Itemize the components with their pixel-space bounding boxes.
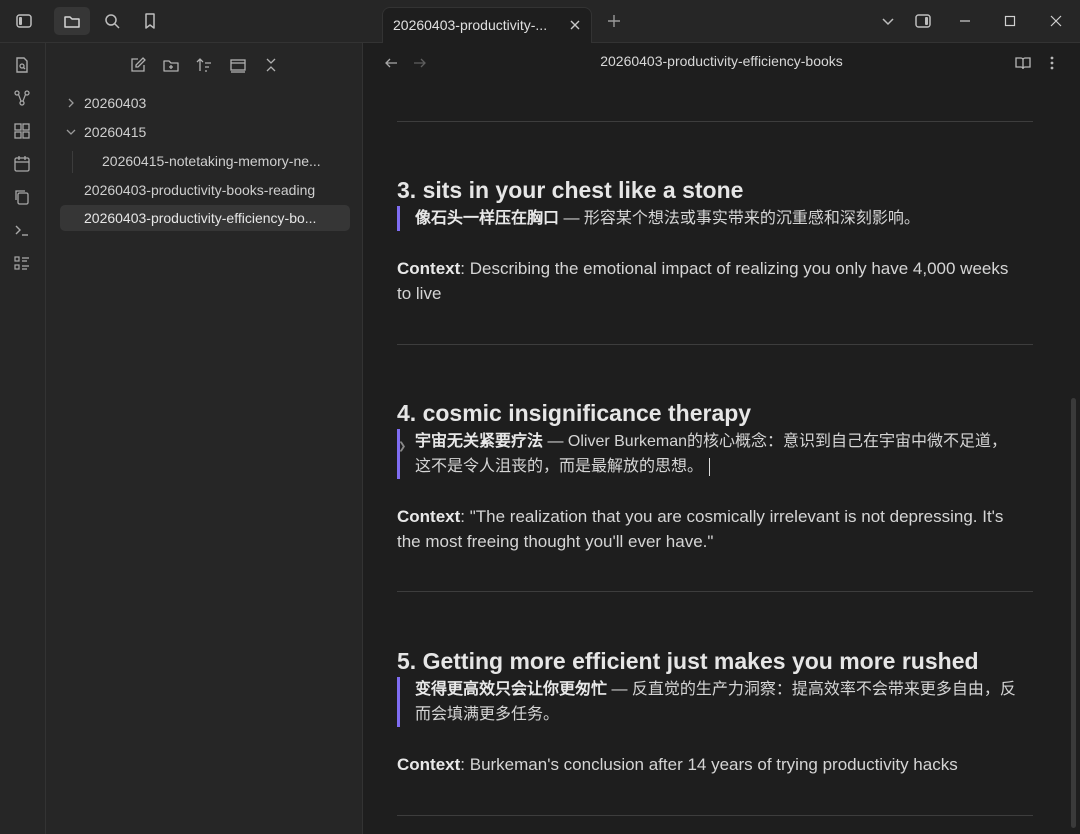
folder-plus-icon (163, 60, 179, 72)
section-heading[interactable]: 3. sits in your chest like a stone (397, 177, 743, 204)
more-options-button[interactable] (1042, 53, 1062, 73)
auto-reveal-button[interactable] (225, 53, 251, 77)
right-sidebar-toggle-button[interactable] (905, 7, 941, 35)
templates-button[interactable] (11, 186, 33, 208)
command-palette-button[interactable] (11, 219, 33, 241)
scrollbar[interactable] (1071, 398, 1076, 828)
more-vertical-icon (1050, 56, 1054, 70)
new-note-button[interactable] (125, 53, 151, 77)
horizontal-rule (397, 344, 1033, 345)
context-text: : "The realization that you are cosmical… (397, 507, 1004, 551)
sidebar-toggle-icon (15, 12, 33, 30)
quote-term: 像石头一样压在胸口 (415, 210, 560, 227)
search-icon (103, 12, 121, 30)
book-open-icon (1015, 57, 1031, 70)
bases-button[interactable] (11, 252, 33, 274)
horizontal-rule (397, 815, 1033, 816)
context-paragraph[interactable]: Context: Burkeman's conclusion after 14 … (397, 752, 1027, 777)
tab-title: 20260403-productivity-... (393, 17, 548, 33)
file-explorer-tab-button[interactable] (54, 7, 90, 35)
minimize-button[interactable] (943, 8, 987, 34)
text-cursor (709, 457, 711, 476)
close-icon (570, 20, 580, 30)
canvas-button[interactable] (11, 120, 33, 142)
quote-term: 宇宙无关紧要疗法 (415, 433, 544, 450)
horizontal-rule (397, 121, 1033, 122)
section-heading[interactable]: 4. cosmic insignificance therapy (397, 400, 751, 427)
reveal-icon (230, 59, 246, 73)
file-item[interactable]: 20260415-notetaking-memory-ne... (90, 148, 350, 174)
copy-icon (15, 190, 29, 205)
graph-icon (14, 90, 30, 106)
bookmark-icon (141, 12, 159, 30)
blockquote[interactable]: ❯ 宇宙无关紧要疗法 — Oliver Burkeman的核心概念：意识到自己在… (397, 429, 1017, 479)
close-tab-button[interactable] (565, 15, 585, 35)
context-label: Context (397, 507, 461, 526)
graph-view-button[interactable] (11, 87, 33, 109)
right-sidebar-icon (914, 12, 932, 30)
blockquote[interactable]: 变得更高效只会让你更匆忙 — 反直觉的生产力洞察：提高效率不会带来更多自由，反而… (397, 677, 1017, 727)
file-explorer: 20260403 20260415 20260415-notetaking-me… (46, 43, 363, 834)
folder-item[interactable]: 20260403 (60, 90, 350, 116)
file-label: 20260403-productivity-books-reading (84, 182, 316, 198)
sidebar-toggle-button[interactable] (6, 7, 42, 35)
plus-icon (606, 13, 622, 29)
file-label: 20260403-productivity-efficiency-bo... (84, 210, 317, 226)
view-title[interactable]: 20260403-productivity-efficiency-books (363, 53, 1080, 69)
context-paragraph[interactable]: Context: "The realization that you are c… (397, 504, 1027, 554)
sort-icon (196, 58, 211, 72)
collapse-all-button[interactable] (258, 53, 284, 77)
daily-note-button[interactable] (11, 153, 33, 175)
context-text: : Burkeman's conclusion after 14 years o… (460, 755, 958, 774)
context-label: Context (397, 755, 461, 774)
file-label: 20260415-notetaking-memory-ne... (102, 153, 321, 169)
new-tab-button[interactable] (596, 7, 632, 35)
sort-button[interactable] (191, 53, 217, 77)
maximize-button[interactable] (988, 8, 1032, 34)
layout-grid-icon (14, 123, 30, 139)
maximize-icon (1004, 15, 1016, 27)
fold-chevron-icon[interactable]: ❯ (398, 434, 406, 459)
section-heading[interactable]: 5. Getting more efficient just makes you… (397, 648, 979, 675)
chevron-right-icon (65, 97, 77, 109)
editor-pane: 20260403-productivity-efficiency-books 3… (363, 43, 1080, 834)
close-icon (1050, 15, 1062, 27)
chevrons-collapse-icon (266, 58, 276, 72)
folder-label: 20260403 (84, 95, 147, 111)
horizontal-rule (397, 591, 1033, 592)
context-label: Context (397, 259, 461, 278)
folder-label: 20260415 (84, 124, 147, 140)
search-tab-button[interactable] (94, 7, 130, 35)
quote-definition: — 形容某个想法或事实带来的沉重感和深刻影响。 (559, 210, 920, 227)
close-window-button[interactable] (1034, 8, 1078, 34)
view-header: 20260403-productivity-efficiency-books (363, 43, 1080, 81)
chevron-down-icon (880, 13, 896, 29)
new-folder-button[interactable] (158, 53, 184, 77)
list-checks-icon (14, 256, 29, 270)
file-item[interactable]: 20260403-productivity-books-reading (60, 177, 350, 203)
editor-tab[interactable]: 20260403-productivity-... (382, 7, 592, 43)
terminal-icon (15, 225, 28, 236)
bookmarks-tab-button[interactable] (132, 7, 168, 35)
context-text: : Describing the emotional impact of rea… (397, 259, 1009, 303)
chevron-down-icon (65, 126, 77, 138)
calendar-icon (14, 156, 30, 172)
indent-guide (72, 151, 73, 173)
quote-term: 变得更高效只会让你更匆忙 (415, 681, 608, 698)
tab-list-button[interactable] (870, 7, 906, 35)
minimize-icon (959, 15, 971, 27)
edit-icon (131, 57, 146, 72)
file-search-icon (16, 57, 28, 73)
folder-item[interactable]: 20260415 (60, 119, 350, 145)
quick-switcher-button[interactable] (11, 54, 33, 76)
blockquote[interactable]: 像石头一样压在胸口 — 形容某个想法或事实带来的沉重感和深刻影响。 (397, 206, 1017, 231)
file-item-active[interactable]: 20260403-productivity-efficiency-bo... (60, 205, 350, 231)
title-bar: 20260403-productivity-... (0, 0, 1080, 43)
folder-icon (63, 12, 81, 30)
reading-view-button[interactable] (1013, 53, 1033, 73)
ribbon (0, 43, 46, 834)
context-paragraph[interactable]: Context: Describing the emotional impact… (397, 256, 1027, 306)
